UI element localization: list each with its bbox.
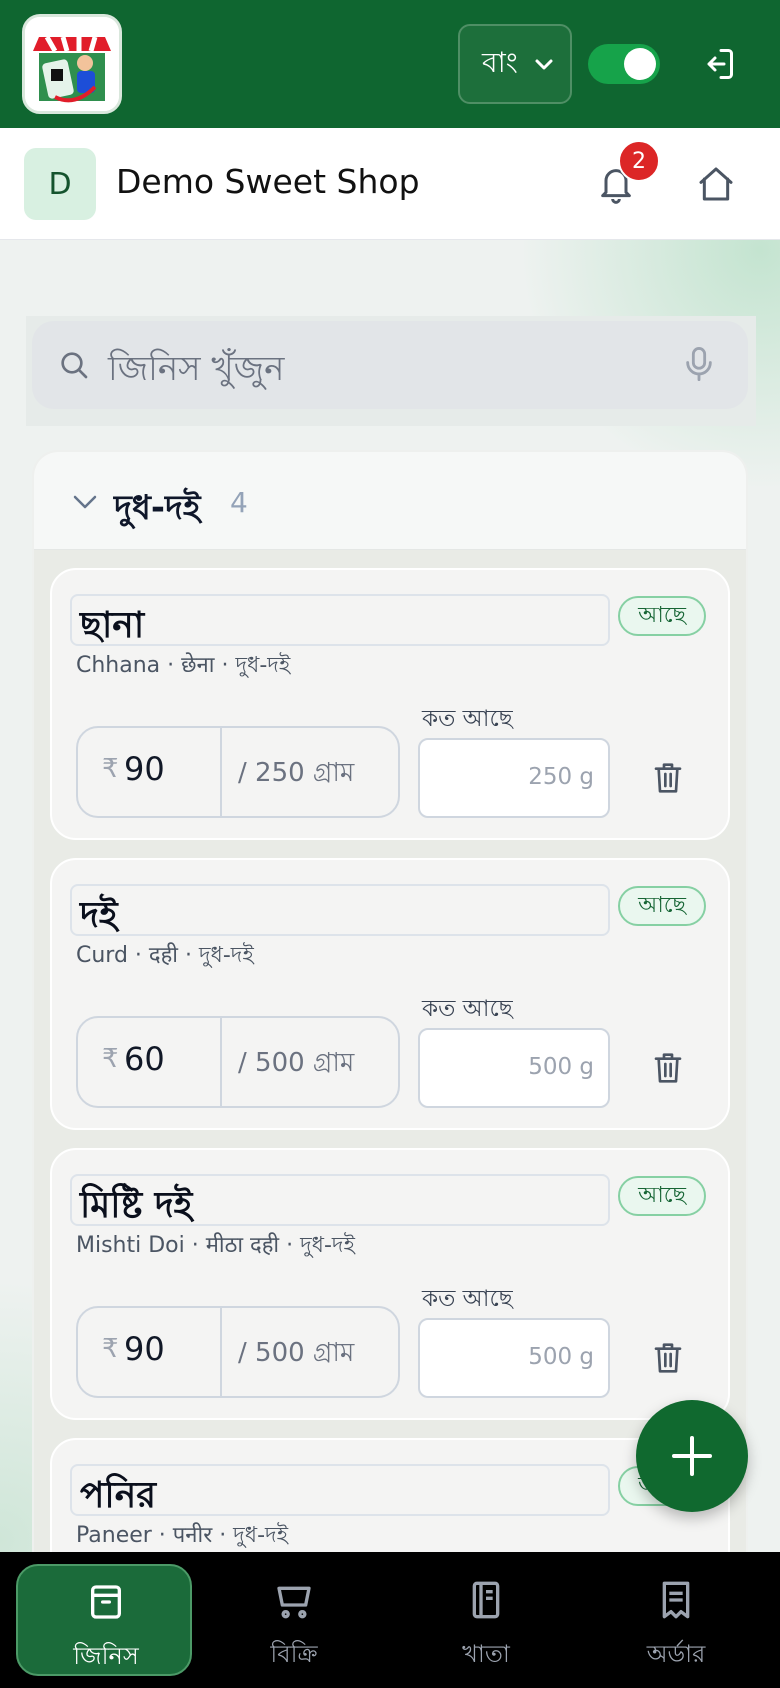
chevron-down-icon [73, 495, 97, 509]
nav-label: অর্ডার [646, 1640, 706, 1668]
app-header: বাং [0, 0, 780, 128]
item-name-field[interactable]: মিষ্টি দই [70, 1174, 610, 1226]
unit-value: / 500 গ্রাম [238, 1048, 355, 1078]
search-placeholder: জিনিস খুঁজুন [108, 349, 285, 389]
nav-item-items[interactable]: জিনিস [16, 1564, 192, 1676]
item-subtitle: Mishti Doi · मीठा दही · দুধ-দই [76, 1233, 355, 1258]
trash-icon[interactable] [652, 760, 684, 796]
nav-item-ledger[interactable]: খাতা [398, 1564, 574, 1676]
shop-avatar: D [24, 148, 96, 220]
divider [220, 1018, 222, 1106]
rupee-symbol: ₹ [102, 1334, 119, 1364]
item-subtitle: Curd · दही · দুধ-দই [76, 943, 254, 968]
item-name-field[interactable]: পনির [70, 1464, 610, 1516]
category-title: দুধ-দই [114, 488, 201, 528]
shop-header: D Demo Sweet Shop [0, 128, 780, 240]
item-name-field[interactable]: দই [70, 884, 610, 936]
price-field[interactable]: ₹ 60 / 500 গ্রাম [76, 1016, 400, 1108]
quantity-value: 500 g [528, 1054, 594, 1080]
box-icon [91, 1585, 122, 1619]
category-card: দুধ-দই 4 ছানা আছে Chhana · छेना · দুধ-দই… [32, 450, 748, 1600]
quantity-label: কত আছে [422, 1286, 513, 1312]
language-label: বাং [482, 45, 518, 79]
add-item-button[interactable] [636, 1400, 748, 1512]
logout-icon[interactable] [700, 46, 736, 82]
price-value: 60 [124, 1040, 165, 1078]
quantity-input[interactable]: 500 g [418, 1318, 610, 1398]
item-subtitle: Paneer · पनीर · দুধ-দই [76, 1523, 289, 1548]
app-logo [22, 14, 122, 114]
trash-icon[interactable] [652, 1340, 684, 1376]
language-select[interactable]: বাং [458, 24, 572, 104]
chevron-down-icon [535, 59, 553, 70]
quantity-label: কত আছে [422, 706, 513, 732]
price-field[interactable]: ₹ 90 / 500 গ্রাম [76, 1306, 400, 1398]
list-item: ছানা আছে Chhana · छेना · দুধ-দই কত আছে ₹… [50, 568, 730, 840]
quantity-value: 250 g [528, 764, 594, 790]
price-value: 90 [124, 1330, 165, 1368]
plus-icon [672, 1436, 712, 1476]
cart-icon [277, 1586, 311, 1619]
quantity-label: কত আছে [422, 996, 513, 1022]
online-toggle[interactable] [588, 44, 660, 84]
nav-label: জিনিস [73, 1642, 139, 1670]
nav-label: খাতা [462, 1640, 510, 1668]
nav-item-sales[interactable]: বিক্রি [206, 1564, 382, 1676]
quantity-input[interactable]: 500 g [418, 1028, 610, 1108]
quantity-value: 500 g [528, 1344, 594, 1370]
stock-status-badge[interactable]: আছে [618, 596, 706, 636]
category-count: 4 [230, 486, 248, 519]
item-subtitle: Chhana · छेना · দুধ-দই [76, 653, 291, 678]
home-icon[interactable] [696, 164, 736, 204]
price-field[interactable]: ₹ 90 / 250 গ্রাম [76, 726, 400, 818]
unit-value: / 500 গ্রাম [238, 1338, 355, 1368]
ledger-icon [472, 1581, 500, 1619]
rupee-symbol: ₹ [102, 754, 119, 784]
stock-status-badge[interactable]: আছে [618, 886, 706, 926]
divider [220, 728, 222, 816]
category-header[interactable]: দুধ-দই 4 [34, 452, 746, 550]
quantity-input[interactable]: 250 g [418, 738, 610, 818]
stock-status-badge[interactable]: আছে [618, 1176, 706, 1216]
notification-badge: 2 [618, 140, 660, 182]
unit-value: / 250 গ্রাম [238, 758, 355, 788]
search-icon [61, 352, 88, 379]
list-item: দই আছে Curd · दही · দুধ-দই কত আছে ₹ 60 /… [50, 858, 730, 1130]
nav-item-orders[interactable]: অর্ডার [588, 1564, 764, 1676]
receipt-icon [662, 1581, 690, 1619]
toggle-knob [624, 48, 656, 80]
rupee-symbol: ₹ [102, 1044, 119, 1074]
shop-name: Demo Sweet Shop [116, 162, 420, 201]
microphone-icon[interactable] [682, 345, 716, 383]
nav-label: বিক্রি [270, 1640, 318, 1668]
search-input[interactable]: জিনিস খুঁজুন [32, 321, 748, 409]
item-name-field[interactable]: ছানা [70, 594, 610, 646]
list-item: মিষ্টি দই আছে Mishti Doi · मीठा दही · দু… [50, 1148, 730, 1420]
price-value: 90 [124, 750, 165, 788]
trash-icon[interactable] [652, 1050, 684, 1086]
divider [220, 1308, 222, 1396]
bottom-navigation: জিনিস বিক্রি খাতা অর্ডার [0, 1552, 780, 1688]
